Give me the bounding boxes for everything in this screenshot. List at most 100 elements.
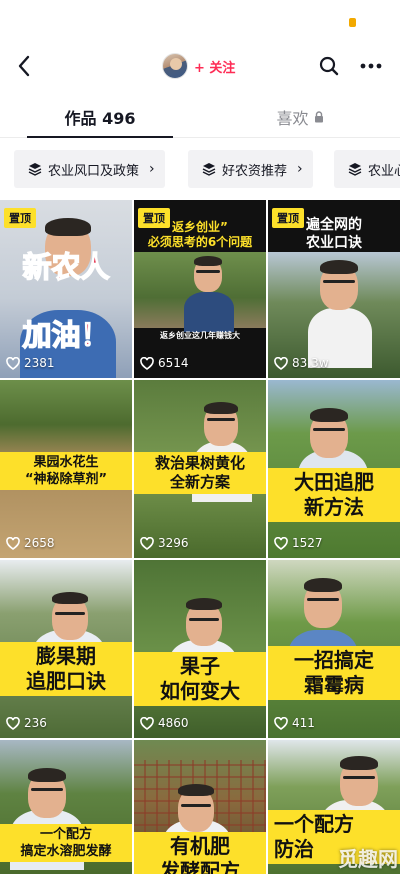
like-count-value: 6514	[158, 356, 189, 370]
search-button[interactable]	[314, 51, 344, 81]
heart-icon	[6, 356, 20, 370]
like-count-value: 83.3w	[292, 356, 329, 370]
caption-title: 果子 如何变大	[134, 652, 266, 706]
video-card[interactable]: 膨果期 追肥口诀 236	[0, 560, 132, 738]
caption-line-1: 一个配方	[274, 812, 354, 836]
tab-works[interactable]: 作品 496	[0, 96, 200, 138]
caption-line-1: 有机肥	[170, 834, 230, 858]
caption-subtitle: 返乡创业这几年赚钱大	[160, 331, 240, 340]
video-card[interactable]: 果园水花生 “神秘除草剂” 2658	[0, 380, 132, 558]
chip-agri-supplies[interactable]: 好农资推荐 ›	[188, 150, 313, 188]
top-nav: + 关注	[0, 42, 400, 90]
caption-title: 一个配方 搞定水溶肥发酵	[0, 824, 132, 862]
caption-line-2: 霜霉病	[304, 673, 364, 697]
like-count-value: 2658	[24, 536, 55, 550]
chevron-right-icon: ›	[149, 161, 155, 177]
caption-bottom: 加油！	[22, 317, 111, 353]
heart-icon	[140, 536, 154, 550]
caption-line-1: 果子	[180, 654, 220, 678]
caption-line-2: 追肥口诀	[26, 669, 106, 693]
status-indicator-icon	[349, 18, 356, 27]
collection-chips: 农业风口及政策 › 好农资推荐 › 农业心	[0, 150, 400, 188]
heart-icon	[274, 536, 288, 550]
profile-tabs: 作品 496 喜欢	[0, 96, 400, 138]
caption-line-2: 必须思考的6个问题	[147, 235, 253, 249]
status-bar	[0, 0, 400, 42]
caption-title: 救治果树黄化 全新方案	[134, 452, 266, 494]
like-count: 1527	[274, 536, 323, 550]
pinned-badge: 置顶	[4, 208, 36, 228]
like-count-value: 2381	[24, 356, 55, 370]
caption-title: 一招搞定 霜霉病	[268, 646, 400, 700]
back-button[interactable]	[8, 50, 40, 82]
video-card[interactable]: 救治果树黄化 全新方案 3296	[134, 380, 266, 558]
like-count: 2381	[6, 356, 55, 370]
chip-agri-more[interactable]: 农业心	[334, 150, 400, 188]
chip-policy[interactable]: 农业风口及政策 ›	[14, 150, 165, 188]
heart-icon	[6, 716, 20, 730]
watermark: 觅趣网	[338, 847, 398, 871]
pinned-badge: 置顶	[138, 208, 170, 228]
like-count: 83.3w	[274, 356, 329, 370]
video-card[interactable]: 果子 如何变大 4860	[134, 560, 266, 738]
lock-icon	[314, 111, 324, 123]
like-count: 6514	[140, 356, 189, 370]
chip-label: 农业风口及政策	[48, 163, 140, 179]
video-card[interactable]: 新农人 加油！ 置顶 2381	[0, 200, 132, 378]
tab-works-label: 作品 496	[64, 109, 136, 128]
caption-line-2: 如何变大	[160, 679, 240, 703]
caption-line-2: 新方法	[304, 495, 364, 519]
caption-line-2: 发酵配方	[160, 859, 240, 874]
avatar[interactable]	[162, 53, 188, 79]
tab-likes-label: 喜欢	[276, 109, 309, 128]
heart-icon	[140, 716, 154, 730]
like-count: 2658	[6, 536, 55, 550]
video-card[interactable]: 一招搞定 霜霉病 411	[268, 560, 400, 738]
more-dots-icon	[360, 63, 382, 69]
caption-title: 有机肥 发酵配方	[134, 832, 266, 874]
caption-line-1: 一个配方	[39, 827, 92, 842]
layers-icon	[202, 162, 216, 176]
pinned-badge: 置顶	[272, 208, 304, 228]
video-card[interactable]: 一个配方 搞定水溶肥发酵	[0, 740, 132, 874]
like-count-value: 1527	[292, 536, 323, 550]
like-count: 4860	[140, 716, 189, 730]
caption-line-1: 膨果期	[36, 644, 96, 668]
video-card[interactable]: 大田追肥 新方法 1527	[268, 380, 400, 558]
caption-line-2: 农业口诀	[306, 235, 362, 251]
like-count: 411	[274, 716, 315, 730]
caption-line-1: 救治果树黄化	[154, 454, 245, 472]
chip-label: 好农资推荐	[222, 163, 288, 179]
video-card[interactable]: 返乡创业” 必须思考的6个问题 返乡创业这几年赚钱大 置顶 6514	[134, 200, 266, 378]
caption-line-1: 一招搞定	[294, 648, 374, 672]
chip-label: 农业心	[368, 163, 400, 179]
like-count-value: 236	[24, 716, 47, 730]
caption-title: 果园水花生 “神秘除草剂”	[0, 452, 132, 490]
search-icon	[319, 56, 339, 76]
video-card[interactable]: 有机肥 发酵配方	[134, 740, 266, 874]
layers-icon	[28, 162, 42, 176]
heart-icon	[6, 536, 20, 550]
like-count-value: 4860	[158, 716, 189, 730]
chevron-right-icon: ›	[297, 161, 303, 177]
caption-line-1: 大田追肥	[294, 470, 374, 494]
caption-line-2: 全新方案	[169, 473, 230, 491]
video-card[interactable]: 一个配方 防治 觅趣网	[268, 740, 400, 874]
caption-top: 新农人	[22, 249, 111, 285]
caption-line-2: 搞定水溶肥发酵	[20, 844, 112, 859]
caption-title: 大田追肥 新方法	[268, 468, 400, 522]
more-button[interactable]	[356, 51, 386, 81]
tab-likes[interactable]: 喜欢	[200, 96, 400, 138]
caption-title: 膨果期 追肥口诀	[0, 642, 132, 696]
like-count: 3296	[140, 536, 189, 550]
heart-icon	[274, 716, 288, 730]
video-card[interactable]: 遍全网的 农业口诀 置顶 83.3w	[268, 200, 400, 378]
heart-icon	[274, 356, 288, 370]
like-count-value: 3296	[158, 536, 189, 550]
like-count: 236	[6, 716, 47, 730]
layers-icon	[348, 162, 362, 176]
caption-line-2: “神秘除草剂”	[24, 472, 108, 487]
caption-line-1: 果园水花生	[33, 455, 99, 470]
follow-button[interactable]: + 关注	[194, 57, 235, 76]
profile-follow-pill[interactable]: + 关注	[162, 52, 238, 80]
